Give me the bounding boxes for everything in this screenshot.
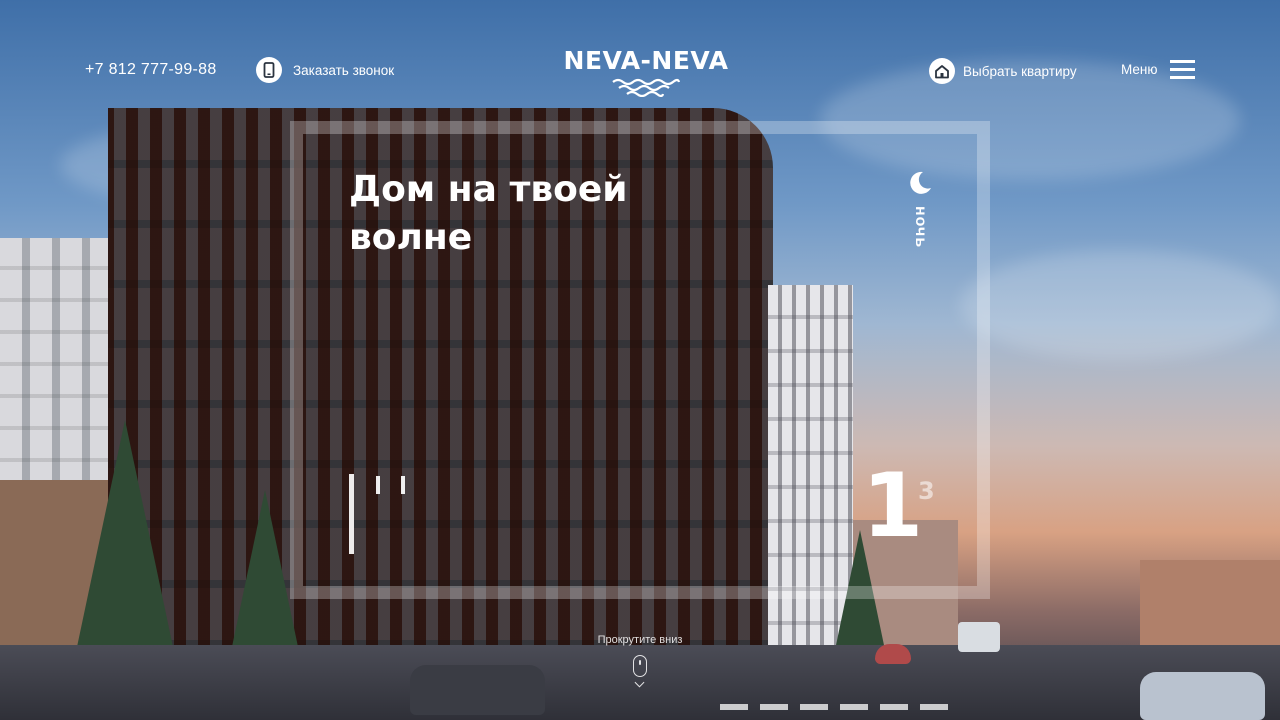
moon-icon [910,171,931,194]
mouse-icon[interactable] [633,655,647,677]
choose-apartment-button[interactable]: Выбрать квартиру [929,58,1077,84]
menu-button[interactable]: Меню [1121,60,1195,79]
night-mode-label: ночь [912,206,929,249]
scroll-hint-label: Прокрутите вниз [597,634,683,646]
menu-label: Меню [1121,62,1158,77]
chevron-down-icon [634,677,645,688]
slide-indicator-1[interactable] [349,474,354,554]
hero-title: Дом на твоей волне [349,169,628,258]
house-icon [929,58,955,84]
callback-label: Заказать звонок [293,62,395,78]
slide-indicator-3[interactable] [401,476,405,494]
slide-indicator-2[interactable] [376,476,380,494]
slide-total-number: 3 [918,477,935,505]
callback-button[interactable]: Заказать звонок [256,57,394,83]
logo-text: NEVA-NEVA [563,46,729,75]
logo[interactable]: NEVA-NEVA [563,47,729,102]
night-mode-toggle[interactable]: ночь [900,170,940,248]
phone-link[interactable]: +7 812 777-99-88 [85,61,217,79]
slide-current-number: 1 [862,454,924,557]
phone-icon [256,57,282,83]
hamburger-icon [1169,60,1195,79]
waves-icon [612,78,681,98]
choose-apartment-label: Выбрать квартиру [963,63,1077,79]
